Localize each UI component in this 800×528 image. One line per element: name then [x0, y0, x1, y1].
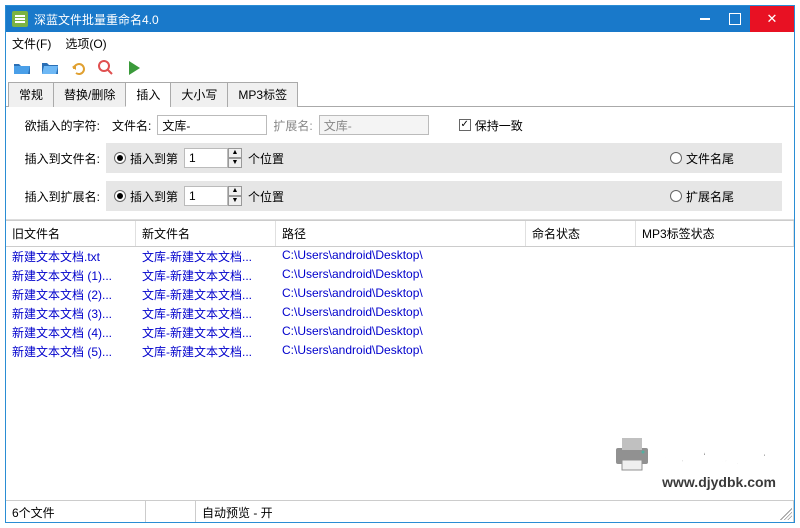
window-buttons — [690, 6, 794, 32]
cell-old: 新建文本文档 (5)... — [6, 343, 136, 360]
table-row[interactable]: 新建文本文档 (1)...文库-新建文本文档...C:\Users\androi… — [6, 266, 794, 285]
cell-new: 文库-新建文本文档... — [136, 267, 276, 284]
filename-label: 文件名: — [106, 117, 157, 134]
cell-new: 文库-新建文本文档... — [136, 324, 276, 341]
undo-icon[interactable] — [68, 59, 88, 77]
menu-file[interactable]: 文件(F) — [12, 35, 51, 52]
table-row[interactable]: 新建文本文档 (2)...文库-新建文本文档...C:\Users\androi… — [6, 285, 794, 304]
list-header: 旧文件名 新文件名 路径 命名状态 MP3标签状态 — [6, 220, 794, 247]
file-list[interactable]: 新建文本文档.txt文库-新建文本文档...C:\Users\android\D… — [6, 247, 794, 500]
col-old-name[interactable]: 旧文件名 — [6, 221, 136, 246]
insert-to-ext-label: 插入到扩展名: — [18, 188, 106, 205]
cell-new: 文库-新建文本文档... — [136, 286, 276, 303]
title-bar[interactable]: 深蓝文件批量重命名4.0 — [6, 6, 794, 32]
status-preview: 自动预览 - 开 — [196, 501, 794, 522]
file-tail-radio[interactable]: 文件名尾 — [670, 150, 734, 167]
app-window: 深蓝文件批量重命名4.0 文件(F) 选项(O) 常规 替换/删除 插入 大小写… — [5, 5, 795, 523]
open-folder-icon[interactable] — [12, 59, 32, 77]
cell-old: 新建文本文档 (1)... — [6, 267, 136, 284]
close-button[interactable] — [750, 6, 794, 32]
cell-path: C:\Users\android\Desktop\ — [276, 286, 526, 303]
keep-same-label: 保持一致 — [475, 117, 523, 134]
cell-new: 文库-新建文本文档... — [136, 248, 276, 265]
ext-tail-radio[interactable]: 扩展名尾 — [670, 188, 734, 205]
status-bar: 6个文件 自动预览 - 开 — [6, 500, 794, 522]
ext-label: 扩展名: — [267, 117, 318, 134]
resize-grip-icon[interactable] — [780, 508, 792, 520]
table-row[interactable]: 新建文本文档 (4)...文库-新建文本文档...C:\Users\androi… — [6, 323, 794, 342]
open-file-icon[interactable] — [40, 59, 60, 77]
maximize-button[interactable] — [720, 6, 750, 32]
menu-options[interactable]: 选项(O) — [65, 35, 106, 52]
insert-to-file-label: 插入到文件名: — [18, 150, 106, 167]
tab-insert[interactable]: 插入 — [125, 82, 171, 107]
cell-path: C:\Users\android\Desktop\ — [276, 248, 526, 265]
insert-char-label: 欲插入的字符: — [18, 117, 106, 134]
spin-up-icon[interactable]: ▲ — [228, 186, 242, 196]
col-rename-status[interactable]: 命名状态 — [526, 221, 636, 246]
cell-old: 新建文本文档 (2)... — [6, 286, 136, 303]
insert-panel: 欲插入的字符: 文件名: 扩展名: 保持一致 插入到文件名: 插入到第 ▲▼ 个… — [6, 107, 794, 220]
cell-new: 文库-新建文本文档... — [136, 305, 276, 322]
cell-old: 新建文本文档 (4)... — [6, 324, 136, 341]
status-file-count: 6个文件 — [6, 501, 146, 522]
col-path[interactable]: 路径 — [276, 221, 526, 246]
ext-input — [319, 115, 429, 135]
cell-path: C:\Users\android\Desktop\ — [276, 343, 526, 360]
window-title: 深蓝文件批量重命名4.0 — [34, 11, 690, 28]
tab-bar: 常规 替换/删除 插入 大小写 MP3标签 — [6, 81, 794, 107]
spin-down-icon[interactable]: ▼ — [228, 158, 242, 168]
ext-insert-at-pos-radio[interactable]: 插入到第 — [114, 188, 178, 205]
tab-general[interactable]: 常规 — [8, 82, 54, 107]
ext-pos-spinner[interactable]: ▲▼ — [184, 186, 242, 206]
app-icon — [12, 11, 28, 27]
cell-path: C:\Users\android\Desktop\ — [276, 324, 526, 341]
tab-mp3[interactable]: MP3标签 — [227, 82, 298, 107]
col-mp3-status[interactable]: MP3标签状态 — [636, 221, 794, 246]
spin-up-icon[interactable]: ▲ — [228, 148, 242, 158]
table-row[interactable]: 新建文本文档 (3)...文库-新建文本文档...C:\Users\androi… — [6, 304, 794, 323]
cell-new: 文库-新建文本文档... — [136, 343, 276, 360]
toolbar — [6, 55, 794, 81]
table-row[interactable]: 新建文本文档 (5)...文库-新建文本文档...C:\Users\androi… — [6, 342, 794, 361]
file-insert-at-pos-radio[interactable]: 插入到第 — [114, 150, 178, 167]
cell-old: 新建文本文档.txt — [6, 248, 136, 265]
run-icon[interactable] — [124, 59, 144, 77]
preview-icon[interactable] — [96, 59, 116, 77]
tab-case[interactable]: 大小写 — [170, 82, 228, 107]
filename-input[interactable] — [157, 115, 267, 135]
cell-path: C:\Users\android\Desktop\ — [276, 305, 526, 322]
menu-bar: 文件(F) 选项(O) — [6, 32, 794, 55]
minimize-button[interactable] — [690, 6, 720, 32]
cell-old: 新建文本文档 (3)... — [6, 305, 136, 322]
tab-replace[interactable]: 替换/删除 — [53, 82, 126, 107]
file-pos-spinner[interactable]: ▲▼ — [184, 148, 242, 168]
keep-same-checkbox[interactable] — [459, 119, 471, 131]
cell-path: C:\Users\android\Desktop\ — [276, 267, 526, 284]
col-new-name[interactable]: 新文件名 — [136, 221, 276, 246]
spin-down-icon[interactable]: ▼ — [228, 196, 242, 206]
table-row[interactable]: 新建文本文档.txt文库-新建文本文档...C:\Users\android\D… — [6, 247, 794, 266]
